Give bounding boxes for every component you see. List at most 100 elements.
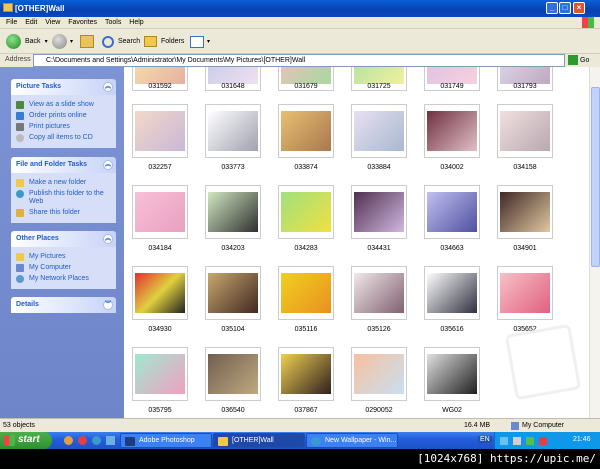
network-tray-icon[interactable]	[500, 437, 508, 445]
security-icon[interactable]	[526, 437, 534, 445]
file-name[interactable]: 033874	[271, 164, 341, 171]
scrollbar-thumb[interactable]	[591, 87, 600, 267]
file-name[interactable]: 034930	[125, 326, 195, 333]
quicklaunch-ie-icon[interactable]	[92, 436, 101, 445]
file-name[interactable]: 034431	[344, 245, 414, 252]
file-thumbnail[interactable]	[351, 347, 407, 401]
menu-tools[interactable]: Tools	[105, 19, 121, 26]
file-thumbnail[interactable]	[205, 185, 261, 239]
file-name[interactable]: 036540	[198, 407, 268, 414]
collapse-icon[interactable]: ︽	[103, 234, 113, 244]
chevron-down-icon[interactable]: ▾	[70, 38, 73, 45]
file-name[interactable]: 037867	[271, 407, 341, 414]
file-name[interactable]: 034663	[417, 245, 487, 252]
chevron-down-icon[interactable]: ▾	[45, 38, 48, 45]
search-button[interactable]: Search	[102, 33, 140, 50]
file-thumbnail[interactable]	[424, 104, 480, 158]
file-name[interactable]: 031592	[125, 83, 195, 90]
taskbar-item-photoshop[interactable]: Adobe Photoshop	[120, 433, 212, 448]
file-thumbnail[interactable]	[205, 347, 261, 401]
task-slideshow[interactable]: View as a slide show	[16, 101, 111, 109]
file-name[interactable]: 032257	[125, 164, 195, 171]
minimize-button[interactable]: _	[546, 2, 558, 14]
other-places-header[interactable]: Other Places ︽	[11, 231, 116, 247]
file-thumbnail[interactable]	[278, 185, 334, 239]
details-header[interactable]: Details ︾	[11, 297, 116, 313]
views-button[interactable]: ▾	[190, 33, 210, 50]
place-my-pictures[interactable]: My Pictures	[16, 253, 111, 261]
file-thumbnail[interactable]	[132, 266, 188, 320]
task-print-pictures[interactable]: Print pictures	[16, 123, 111, 131]
folders-button[interactable]: Folders	[144, 33, 184, 50]
file-thumbnail[interactable]	[278, 104, 334, 158]
taskbar-item-browser[interactable]: New Wallpaper - Win...	[306, 433, 398, 448]
menu-help[interactable]: Help	[129, 19, 143, 26]
file-thumbnail[interactable]	[132, 185, 188, 239]
file-thumbnail[interactable]	[205, 266, 261, 320]
file-name[interactable]: 034002	[417, 164, 487, 171]
place-my-computer[interactable]: My Computer	[16, 264, 111, 272]
file-name[interactable]: 031725	[344, 83, 414, 90]
file-name[interactable]: 031648	[198, 83, 268, 90]
back-button[interactable]: Back ▾	[6, 33, 48, 50]
file-thumbnail[interactable]	[278, 347, 334, 401]
file-name[interactable]: 031749	[417, 83, 487, 90]
file-name[interactable]: 0290052	[344, 407, 414, 414]
file-folder-tasks-header[interactable]: File and Folder Tasks ︽	[11, 157, 116, 173]
file-thumbnail[interactable]	[424, 266, 480, 320]
chevron-down-icon[interactable]: ▾	[207, 38, 210, 45]
file-thumbnail[interactable]	[278, 266, 334, 320]
vertical-scrollbar[interactable]	[589, 67, 600, 418]
address-input[interactable]: C:\Documents and Settings\Administrator\…	[33, 54, 565, 67]
file-name[interactable]: 031679	[271, 83, 341, 90]
file-thumbnail[interactable]	[351, 104, 407, 158]
file-thumbnail[interactable]	[424, 347, 480, 401]
file-name[interactable]: 034158	[490, 164, 560, 171]
quicklaunch-media-icon[interactable]	[78, 436, 87, 445]
close-button[interactable]: ×	[573, 2, 585, 14]
menu-view[interactable]: View	[45, 19, 60, 26]
file-thumbnail[interactable]	[497, 104, 553, 158]
file-name[interactable]: 034901	[490, 245, 560, 252]
file-thumbnail[interactable]	[205, 104, 261, 158]
file-thumbnail[interactable]	[351, 266, 407, 320]
task-publish-web[interactable]: Publish this folder to the Web	[16, 190, 111, 206]
file-name[interactable]: 035126	[344, 326, 414, 333]
expand-icon[interactable]: ︾	[103, 300, 113, 310]
menu-file[interactable]: File	[6, 19, 17, 26]
task-share-folder[interactable]: Share this folder	[16, 209, 111, 217]
file-thumbnail[interactable]	[132, 104, 188, 158]
place-network[interactable]: My Network Places	[16, 275, 111, 283]
file-thumbnail[interactable]	[424, 185, 480, 239]
file-name[interactable]: 033773	[198, 164, 268, 171]
volume-icon[interactable]	[513, 437, 521, 445]
taskbar-item-folder[interactable]: [OTHER]Wall	[213, 433, 305, 448]
file-name[interactable]: 035795	[125, 407, 195, 414]
picture-tasks-header[interactable]: Picture Tasks ︽	[11, 79, 116, 95]
menu-favorites[interactable]: Favorites	[68, 19, 97, 26]
quicklaunch-browser-icon[interactable]	[64, 436, 73, 445]
file-thumbnail[interactable]	[132, 347, 188, 401]
task-order-prints[interactable]: Order prints online	[16, 112, 111, 120]
maximize-button[interactable]: □	[559, 2, 571, 14]
file-name[interactable]: 031793	[490, 83, 560, 90]
collapse-icon[interactable]: ︽	[103, 160, 113, 170]
file-name[interactable]: 035116	[271, 326, 341, 333]
up-folder-button[interactable]	[80, 33, 94, 50]
language-indicator[interactable]: EN	[478, 436, 492, 443]
file-thumbnail[interactable]	[351, 185, 407, 239]
go-button[interactable]: Go	[568, 55, 589, 65]
antivirus-icon[interactable]	[539, 437, 547, 445]
menu-edit[interactable]: Edit	[25, 19, 37, 26]
file-name[interactable]: 035616	[417, 326, 487, 333]
task-new-folder[interactable]: Make a new folder	[16, 179, 111, 187]
file-name[interactable]: 034184	[125, 245, 195, 252]
start-button[interactable]: start	[0, 432, 52, 449]
file-name[interactable]: WG02	[417, 407, 487, 414]
collapse-icon[interactable]: ︽	[103, 82, 113, 92]
file-name[interactable]: 033884	[344, 164, 414, 171]
file-name[interactable]: 034283	[271, 245, 341, 252]
file-thumbnail[interactable]	[497, 266, 553, 320]
clock[interactable]: 21:46	[573, 436, 591, 443]
file-name[interactable]: 035104	[198, 326, 268, 333]
